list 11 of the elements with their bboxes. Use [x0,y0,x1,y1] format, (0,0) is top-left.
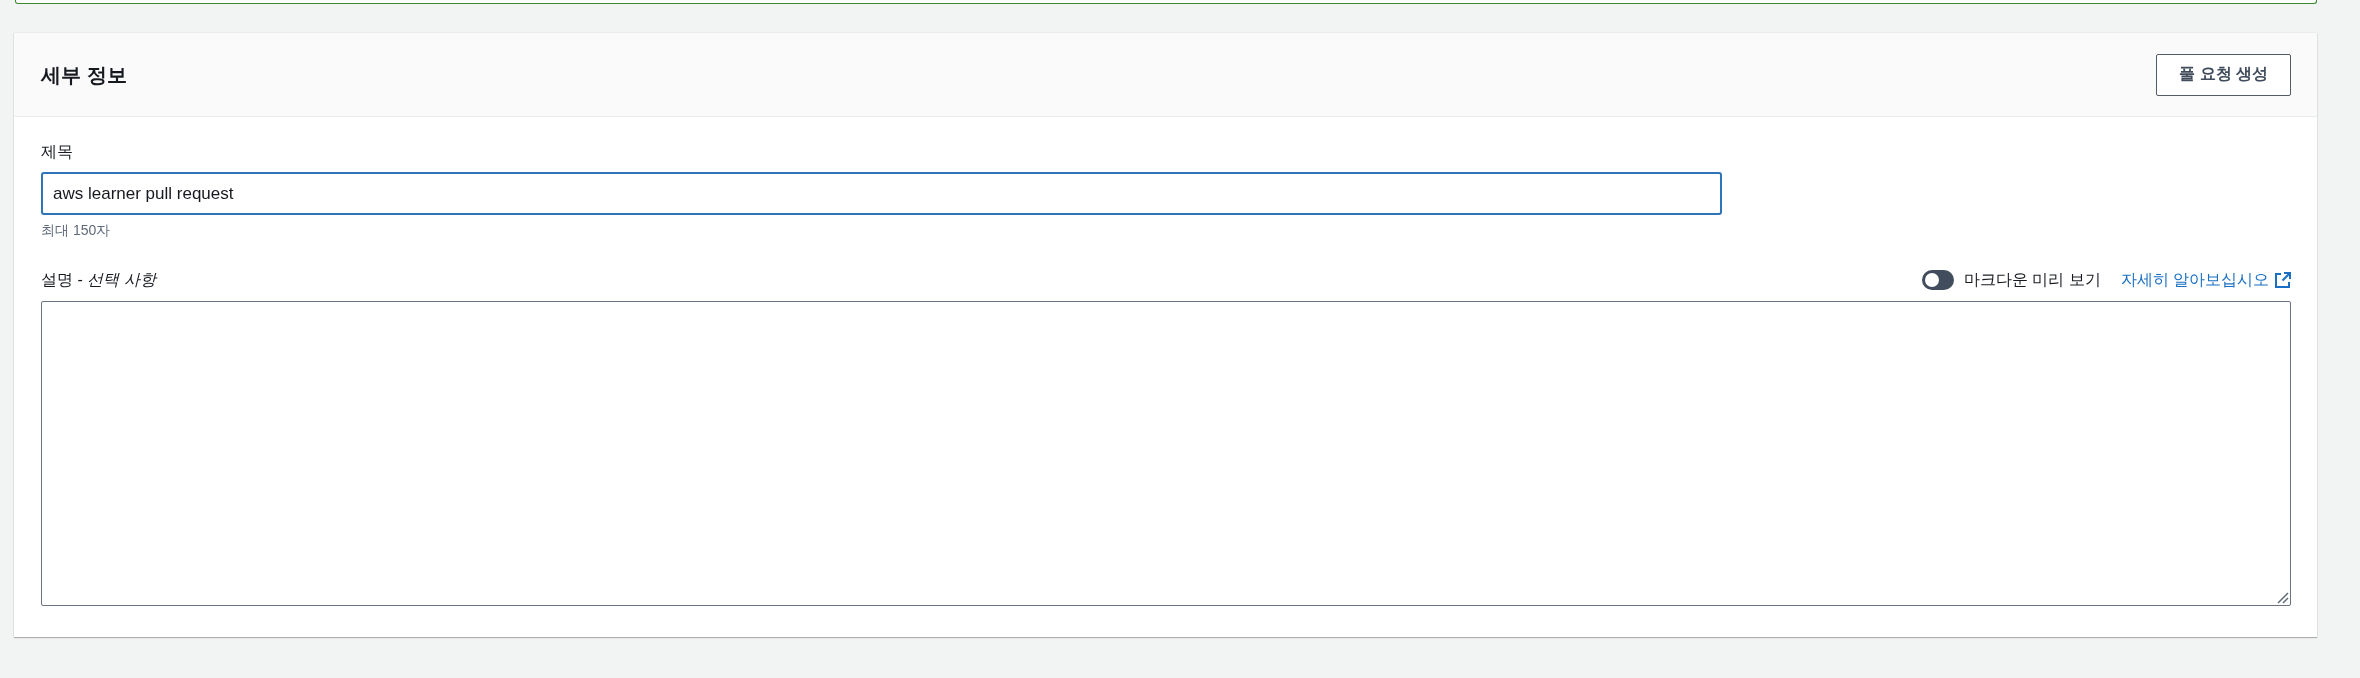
toggle-label: 마크다운 미리 보기 [1963,270,2101,290]
field-label: 설명 - 선택 사항 [41,270,156,290]
title-input[interactable]: aws learner pull request [41,172,1722,215]
external-link-icon [2275,272,2291,288]
field-label: 제목 [41,142,73,162]
resize-handle-icon[interactable] [2277,592,2289,604]
toggle-switch[interactable] [1921,270,1954,290]
create-pull-request-button[interactable]: 풀 요청 생성 [2156,53,2291,96]
section-title: 세부 정보 [41,62,127,88]
field-hint: 최대 150자 [41,221,111,240]
learn-more-link[interactable]: 자세히 알아보십시오 [2120,269,2291,291]
